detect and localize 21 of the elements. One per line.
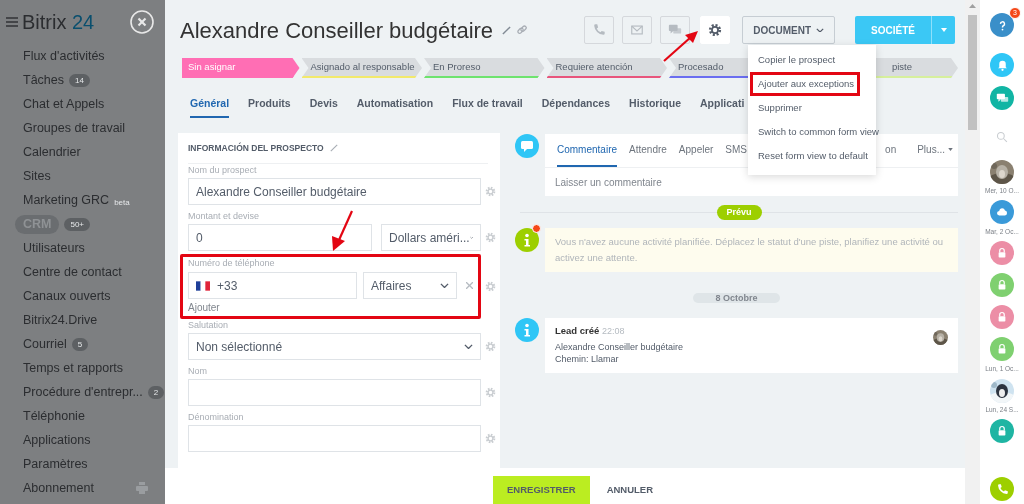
field-label: Nom du prospect (188, 163, 257, 177)
counter-badge: 5 (71, 337, 89, 351)
field-label: Numéro de téléphone (188, 256, 275, 270)
planned-badge: Prévu (716, 205, 762, 220)
beta-label: beta (114, 197, 130, 209)
page-title: Alexandre Conseiller budgétaire (180, 16, 494, 45)
field-label: Montant et devise (188, 209, 260, 223)
field-label: Salutation (188, 318, 229, 332)
counter-badge: 14 (69, 73, 90, 87)
entry-title: Lead créé (555, 325, 600, 336)
field-label: Dénomination (188, 410, 244, 424)
date-badge: 8 Octobre (693, 293, 780, 303)
entry-text: Alexandre Conseiller budgétaire (555, 342, 684, 352)
logo: Bitrix 24 (22, 10, 95, 35)
entry-time: 22:08 (601, 326, 625, 336)
section-title: INFORMACIÓN DEL PROSPECTO (188, 141, 324, 155)
entry-text: Chemin: Llamar (555, 354, 619, 364)
counter-badge: 2 (147, 385, 165, 399)
field-label: Nom (188, 364, 207, 378)
counter-badge: 50+ (64, 217, 91, 231)
notice-text: Vous n'avez aucune activité planifiée. Déplacez le statut d'une piste, planifiez une activité ou activez une attente. (555, 235, 945, 265)
